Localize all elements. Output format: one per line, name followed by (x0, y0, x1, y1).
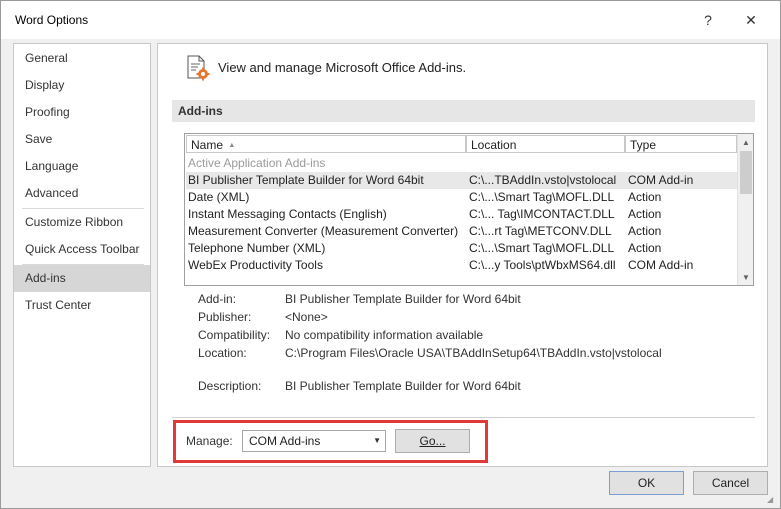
column-header-name[interactable]: Name ▲ (186, 135, 466, 153)
row-type: Action (628, 241, 662, 255)
table-row[interactable]: Date (XML) C:\...\Smart Tag\MOFL.DLL Act… (186, 189, 737, 206)
detail-description-label: Description: (198, 379, 262, 393)
nav-item-customize-ribbon[interactable]: Customize Ribbon (14, 209, 150, 236)
title-bar: Word Options ? ✕ (1, 1, 780, 39)
ok-button[interactable]: OK (609, 471, 684, 495)
divider (172, 417, 755, 418)
table-row[interactable]: BI Publisher Template Builder for Word 6… (186, 172, 737, 189)
row-name: WebEx Productivity Tools (188, 258, 323, 272)
detail-compat-value: No compatibility information available (285, 328, 484, 342)
nav-item-save[interactable]: Save (14, 126, 150, 153)
manage-dropdown[interactable]: COM Add-ins ▼ (242, 430, 386, 452)
row-type: COM Add-in (628, 258, 694, 272)
row-location: C:\...\Smart Tag\MOFL.DLL (469, 241, 615, 255)
nav-item-add-ins[interactable]: Add-ins (14, 265, 150, 292)
row-location: C:\... Tag\IMCONTACT.DLL (469, 207, 615, 221)
detail-addin-value: BI Publisher Template Builder for Word 6… (285, 292, 521, 306)
row-location: C:\...TBAddIn.vsto|vstolocal (469, 173, 617, 187)
row-name: Telephone Number (XML) (188, 241, 326, 255)
table-row[interactable]: WebEx Productivity Tools C:\...y Tools\p… (186, 257, 737, 274)
group-label-active: Active Application Add-ins (188, 156, 326, 170)
row-location: C:\...\Smart Tag\MOFL.DLL (469, 190, 615, 204)
row-name: Measurement Converter (Measurement Conve… (188, 224, 459, 238)
help-button[interactable]: ? (691, 8, 725, 32)
manage-selected-value: COM Add-ins (249, 434, 321, 448)
options-nav: General Display Proofing Save Language A… (13, 43, 151, 467)
word-options-dialog: Word Options ? ✕ General Display Proofin… (0, 0, 781, 509)
nav-item-advanced[interactable]: Advanced (14, 180, 150, 207)
nav-item-proofing[interactable]: Proofing (14, 99, 150, 126)
detail-location-label: Location: (198, 346, 247, 360)
page-heading: View and manage Microsoft Office Add-ins… (218, 60, 467, 75)
sort-ascending-icon: ▲ (228, 141, 236, 149)
column-header-location[interactable]: Location (466, 135, 625, 153)
go-button-label: Go... (419, 434, 446, 448)
row-name: Instant Messaging Contacts (English) (188, 207, 387, 221)
scroll-down-icon[interactable]: ▼ (738, 269, 753, 285)
manage-label: Manage: (186, 434, 233, 448)
table-row[interactable]: Measurement Converter (Measurement Conve… (186, 223, 737, 240)
column-header-type[interactable]: Type (625, 135, 737, 153)
row-type: Action (628, 207, 662, 221)
nav-item-general[interactable]: General (14, 45, 150, 72)
row-type: Action (628, 190, 662, 204)
list-scrollbar[interactable]: ▲ ▼ (737, 134, 753, 285)
row-name: BI Publisher Template Builder for Word 6… (188, 173, 424, 187)
go-button[interactable]: Go... (395, 429, 470, 453)
row-type: Action (628, 224, 662, 238)
row-type: COM Add-in (628, 173, 694, 187)
nav-item-trust-center[interactable]: Trust Center (14, 292, 150, 319)
detail-addin-label: Add-in: (198, 292, 237, 306)
addins-panel: View and manage Microsoft Office Add-ins… (157, 43, 768, 467)
addins-list[interactable]: Name ▲ Location Type Active Application … (184, 133, 754, 286)
detail-publisher-label: Publisher: (198, 310, 252, 324)
nav-item-display[interactable]: Display (14, 72, 150, 99)
scroll-up-icon[interactable]: ▲ (738, 134, 753, 150)
column-name-label: Name (191, 138, 224, 152)
detail-compat-label: Compatibility: (198, 328, 271, 342)
resize-grip-icon[interactable]: ◢ (767, 495, 773, 504)
addins-gear-icon (187, 55, 210, 81)
table-row[interactable]: Telephone Number (XML) C:\...\Smart Tag\… (186, 240, 737, 257)
window-title: Word Options (15, 13, 89, 27)
close-button[interactable]: ✕ (734, 8, 768, 32)
scroll-thumb[interactable] (740, 151, 752, 194)
nav-item-quick-access-toolbar[interactable]: Quick Access Toolbar (14, 236, 150, 263)
detail-description-value: BI Publisher Template Builder for Word 6… (285, 379, 521, 393)
row-location: C:\...y Tools\ptWbxMS64.dll (469, 258, 616, 272)
cancel-button[interactable]: Cancel (693, 471, 768, 495)
section-header-addins: Add-ins (172, 100, 755, 122)
chevron-down-icon: ▼ (373, 436, 381, 445)
nav-item-language[interactable]: Language (14, 153, 150, 180)
detail-location-value: C:\Program Files\Oracle USA\TBAddInSetup… (285, 346, 662, 360)
detail-publisher-value: <None> (285, 310, 328, 324)
table-row[interactable]: Instant Messaging Contacts (English) C:\… (186, 206, 737, 223)
row-name: Date (XML) (188, 190, 250, 204)
row-location: C:\...rt Tag\METCONV.DLL (469, 224, 612, 238)
